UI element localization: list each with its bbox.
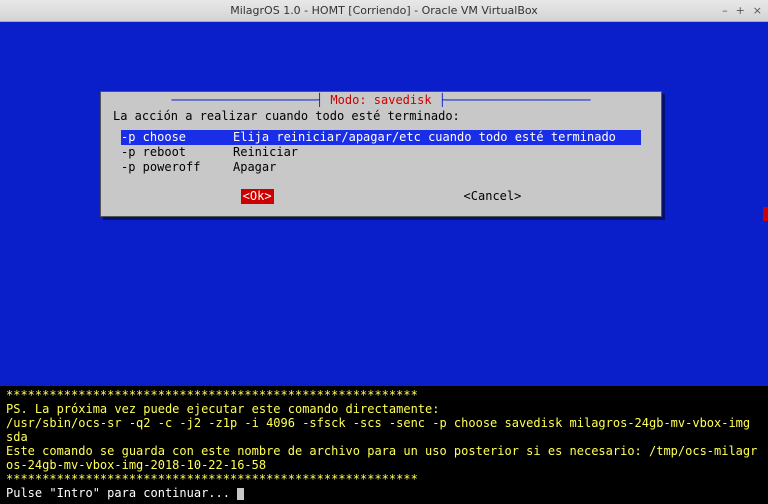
option-reboot[interactable]: -p reboot Reiniciar (121, 145, 641, 160)
command-line: /usr/sbin/ocs-sr -q2 -c -j2 -z1p -i 4096… (6, 416, 757, 444)
edge-artifact (763, 207, 768, 221)
mode-label: Modo: savedisk (330, 93, 431, 107)
option-flag: -p reboot (121, 145, 233, 160)
window-title: MilagrOS 1.0 - HOMT [Corriendo] - Oracle… (230, 4, 538, 17)
ncurses-background: ────────────────────┤ Modo: savedisk ├──… (0, 22, 768, 386)
option-list: -p choose Elija reiniciar/apagar/etc cua… (121, 130, 641, 175)
ok-button[interactable]: <Ok> (241, 189, 274, 204)
ps-hint: PS. La próxima vez puede ejecutar este c… (6, 402, 439, 416)
dialog-buttons: <Ok> <Cancel> (103, 189, 659, 204)
separator-line: ****************************************… (6, 472, 418, 486)
mode-dialog: ────────────────────┤ Modo: savedisk ├──… (100, 91, 662, 217)
option-desc: Elija reiniciar/apagar/etc cuando todo e… (233, 130, 641, 145)
window-titlebar: MilagrOS 1.0 - HOMT [Corriendo] - Oracle… (0, 0, 768, 22)
maximize-icon[interactable]: + (736, 4, 745, 17)
separator-line: ****************************************… (6, 388, 418, 402)
option-desc: Apagar (233, 160, 641, 175)
vm-framebuffer: ────────────────────┤ Modo: savedisk ├──… (0, 22, 768, 504)
option-choose[interactable]: -p choose Elija reiniciar/apagar/etc cua… (121, 130, 641, 145)
option-flag: -p choose (121, 130, 233, 145)
option-poweroff[interactable]: -p poweroff Apagar (121, 160, 641, 175)
continue-prompt: Pulse "Intro" para continuar... (6, 486, 237, 500)
option-flag: -p poweroff (121, 160, 233, 175)
terminal-output: ****************************************… (0, 386, 768, 504)
dialog-title: ────────────────────┤ Modo: savedisk ├──… (103, 93, 659, 108)
minimize-icon[interactable]: – (722, 4, 728, 17)
option-desc: Reiniciar (233, 145, 641, 160)
dialog-prompt: La acción a realizar cuando todo esté te… (103, 109, 659, 130)
close-icon[interactable]: × (753, 4, 762, 17)
save-hint: Este comando se guarda con este nombre d… (6, 444, 757, 472)
window-controls: – + × (722, 0, 762, 21)
cancel-button[interactable]: <Cancel> (464, 189, 522, 204)
cursor-icon (237, 488, 244, 500)
